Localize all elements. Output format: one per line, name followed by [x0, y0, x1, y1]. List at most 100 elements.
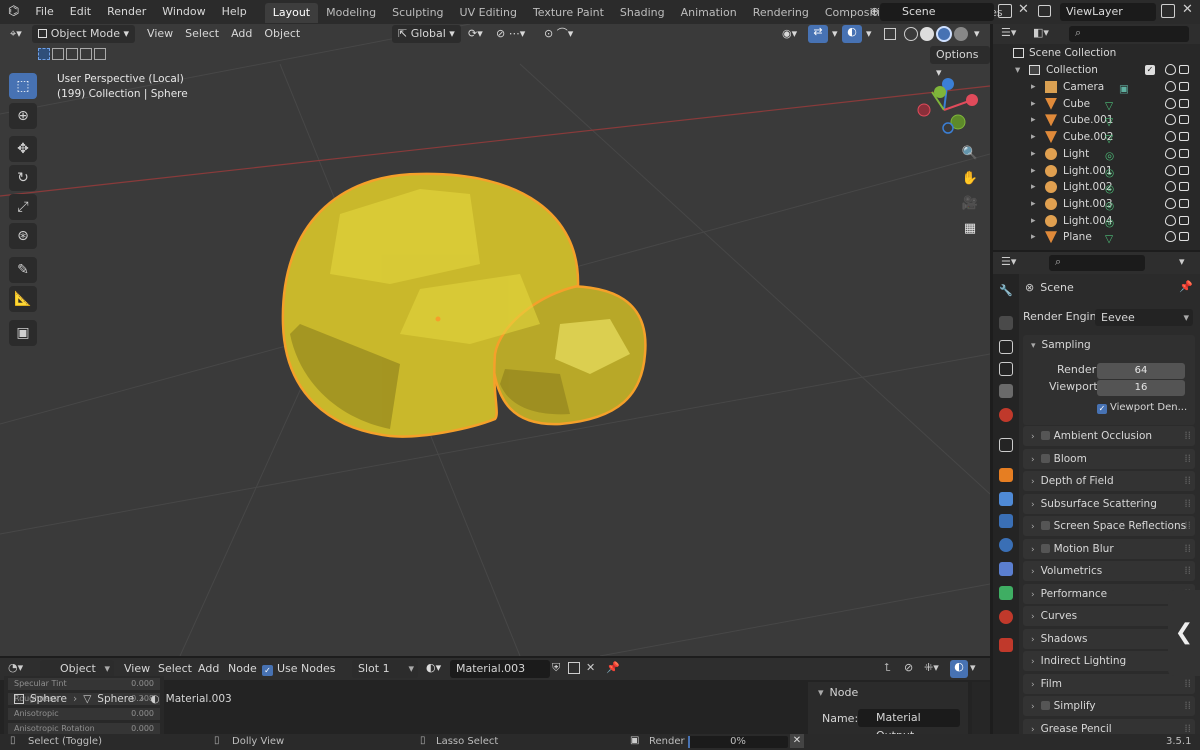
panel-simplify[interactable]: › Simplify ⁞⁞ — [1023, 696, 1195, 716]
sidebar-toggle[interactable]: ❮ — [1168, 590, 1200, 676]
snap-mode-icon[interactable]: ⁜▾ — [924, 661, 939, 674]
expand-arrow-icon[interactable]: ▸ — [1031, 79, 1036, 96]
expand-arrow-icon[interactable]: ▸ — [1031, 96, 1036, 113]
expand-arrow-icon[interactable]: ▸ — [1031, 196, 1036, 213]
tab-animation[interactable]: Animation — [673, 3, 745, 23]
eye-icon[interactable] — [1165, 197, 1176, 209]
node-sidebar-tabs[interactable] — [972, 682, 990, 734]
scene-selector[interactable]: ⊕ Scene — [870, 3, 994, 21]
panel-subsurface-scattering[interactable]: › Subsurface Scattering ⁞⁞ — [1023, 493, 1195, 514]
collection-checkbox[interactable]: ✓ — [1145, 65, 1155, 75]
eye-icon[interactable] — [1165, 214, 1176, 226]
physics-tab-icon[interactable] — [999, 538, 1013, 552]
render-tab-icon[interactable] — [999, 316, 1013, 330]
drag-handle-icon[interactable]: ⁞⁞ — [1184, 516, 1191, 536]
node-name-field[interactable]: Material Output — [858, 709, 960, 742]
menu-window[interactable]: Window — [154, 0, 213, 24]
render-camera-icon[interactable] — [1179, 232, 1189, 242]
panel-screen-space-reflections[interactable]: › Screen Space Reflections ⁞⁞ — [1023, 516, 1195, 536]
view-layer-icon[interactable] — [1038, 5, 1051, 17]
properties-editor-icon[interactable]: ☰▾ — [1001, 255, 1016, 268]
tool-move[interactable]: ✥ — [9, 136, 37, 162]
orientation-dropdown[interactable]: ⇱ Global ▾ — [392, 25, 461, 43]
shading-rendered-icon[interactable] — [954, 27, 968, 41]
render-camera-icon[interactable] — [1179, 215, 1189, 225]
data-tab-icon[interactable] — [999, 586, 1013, 600]
tab-layout[interactable]: Layout — [264, 2, 319, 23]
drag-handle-icon[interactable]: ⁞⁞ — [1184, 494, 1191, 514]
panel-depth-of-field[interactable]: › Depth of Field ⁞⁞ — [1023, 471, 1195, 491]
mode-dropdown[interactable]: Object Mode ▾ — [31, 25, 136, 43]
blender-logo-icon[interactable]: ⌬ — [0, 0, 27, 24]
panel-checkbox[interactable] — [1040, 453, 1050, 463]
select-extend-icon[interactable] — [52, 48, 64, 60]
drag-handle-icon[interactable]: ⁞⁞ — [1184, 561, 1191, 581]
drag-handle-icon[interactable]: ⁞⁞ — [1184, 426, 1191, 446]
modifier-tab-icon[interactable] — [999, 492, 1013, 506]
properties-search-input[interactable]: ⌕ — [1049, 255, 1145, 271]
eye-icon[interactable] — [1165, 81, 1176, 92]
node-socket-row[interactable]: Anisotropic Rotation 0.000 — [8, 723, 160, 734]
eye-icon[interactable] — [1165, 147, 1176, 159]
outliner-row-cube-001[interactable]: ▸ Cube.001 ▽ — [993, 112, 1200, 129]
expand-arrow-icon[interactable]: ▸ — [1031, 213, 1036, 230]
drag-handle-icon[interactable]: ⁞⁞ — [1184, 696, 1191, 716]
collection-tab-icon[interactable] — [999, 438, 1013, 452]
editor-type-icon[interactable]: ⌖▾ — [4, 25, 28, 43]
eye-icon[interactable] — [1165, 181, 1176, 193]
expand-arrow-icon[interactable]: ▸ — [1031, 179, 1036, 196]
tool-cursor[interactable]: ⊕ — [9, 103, 37, 129]
particles-tab-icon[interactable] — [999, 514, 1013, 528]
material-browse-icon[interactable]: ◐▾ — [426, 661, 441, 674]
eye-icon[interactable] — [1165, 97, 1176, 109]
panel-ambient-occlusion[interactable]: › Ambient Occlusion ⁞⁞ — [1023, 426, 1195, 446]
snap-icon[interactable]: ⊘ ⋯▾ — [490, 25, 531, 43]
shader-menu-node[interactable]: Node — [222, 660, 263, 678]
menu-edit[interactable]: Edit — [62, 0, 99, 24]
expand-arrow-icon[interactable]: ▸ — [1031, 112, 1036, 129]
visibility-icon[interactable]: ◉▾ — [776, 25, 803, 43]
menu-render[interactable]: Render — [99, 0, 154, 24]
scene-tab-icon[interactable] — [999, 384, 1013, 398]
object-tab-icon[interactable] — [999, 468, 1013, 482]
pin-icon[interactable]: 📌 — [1179, 280, 1193, 293]
tab-texture-paint[interactable]: Texture Paint — [525, 3, 612, 23]
shading-dropdown-icon[interactable]: ▾ — [968, 25, 986, 43]
render-camera-icon[interactable] — [1179, 198, 1189, 208]
outliner-row-plane[interactable]: ▸ Plane ▽ — [993, 229, 1200, 246]
breadcrumb-material[interactable]: Material.003 — [166, 691, 232, 707]
outliner-row-light-001[interactable]: ▸ Light.001 ◎ — [993, 163, 1200, 180]
material-name-field[interactable]: Material.003 — [450, 660, 550, 678]
mesh-data-icon[interactable]: ▽ — [1105, 231, 1113, 248]
node-socket-row[interactable]: Specular Tint 0.000 — [8, 678, 160, 690]
eye-icon[interactable] — [1165, 64, 1176, 75]
options-dropdown[interactable]: Options ▾ — [930, 46, 990, 79]
shader-editor[interactable]: ◔▾ Object ▾ View Select Add Node ✓ Use Nod… — [0, 658, 990, 742]
expand-arrow-icon[interactable]: ▾ — [1015, 62, 1020, 79]
vp-menu-object[interactable]: Object — [258, 25, 306, 43]
tab-shading[interactable]: Shading — [612, 3, 673, 23]
navigation-gizmo[interactable] — [912, 76, 982, 146]
collection-row[interactable]: ▾ Collection ✓ — [993, 62, 1200, 79]
expand-arrow-icon[interactable]: ▸ — [1031, 229, 1036, 246]
outliner-row-cube[interactable]: ▸ Cube ▽ — [993, 96, 1200, 113]
render-engine-dropdown[interactable]: Eevee ▾ — [1095, 309, 1193, 326]
viewport-samples-field[interactable]: 16 — [1097, 380, 1185, 396]
tab-rendering[interactable]: Rendering — [745, 3, 817, 23]
render-camera-icon[interactable] — [1179, 148, 1189, 158]
pin-material-icon[interactable]: 📌 — [606, 661, 620, 674]
drag-handle-icon[interactable]: ⁞⁞ — [1184, 471, 1191, 491]
proportional-edit-icon[interactable]: ⊙ ⌒▾ — [538, 25, 579, 43]
slot-dropdown[interactable]: Slot 1 ▾ — [352, 660, 418, 678]
tool-annotate[interactable]: ✎ — [9, 257, 37, 283]
zoom-icon[interactable]: 🔍 — [958, 141, 982, 165]
menu-help[interactable]: Help — [214, 0, 255, 24]
vp-menu-add[interactable]: Add — [225, 25, 258, 43]
render-camera-icon[interactable] — [1179, 65, 1189, 74]
panel-film[interactable]: › Film ⁞⁞ — [1023, 673, 1195, 694]
tool-measure[interactable]: 📐 — [9, 286, 37, 312]
drag-handle-icon[interactable]: ⁞⁞ — [1184, 449, 1191, 469]
outliner-row-cube-002[interactable]: ▸ Cube.002 ▽ — [993, 129, 1200, 146]
expand-arrow-icon[interactable]: ▸ — [1031, 146, 1036, 163]
expand-arrow-icon[interactable]: ▸ — [1031, 163, 1036, 180]
